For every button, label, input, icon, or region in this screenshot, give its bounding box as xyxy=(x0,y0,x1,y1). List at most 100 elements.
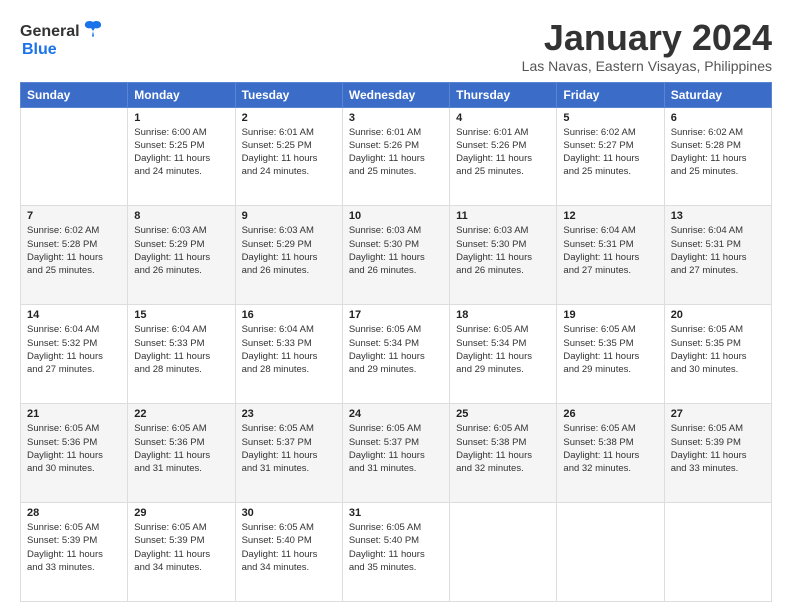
day-info: Sunrise: 6:05 AMSunset: 5:36 PMDaylight:… xyxy=(27,422,121,475)
calendar-cell xyxy=(21,107,128,206)
day-info: Sunrise: 6:02 AMSunset: 5:27 PMDaylight:… xyxy=(563,126,657,179)
day-number: 13 xyxy=(671,210,765,222)
calendar-cell: 13 Sunrise: 6:04 AMSunset: 5:31 PMDayligh… xyxy=(664,206,771,305)
day-info: Sunrise: 6:05 AMSunset: 5:34 PMDaylight:… xyxy=(349,323,443,376)
calendar-cell: 24Sunrise: 6:05 AMSunset: 5:37 PMDayligh… xyxy=(342,404,449,503)
weekday-header-row: SundayMondayTuesdayWednesdayThursdayFrid… xyxy=(21,82,772,107)
calendar-cell: 18Sunrise: 6:05 AMSunset: 5:34 PMDayligh… xyxy=(450,305,557,404)
weekday-header-friday: Friday xyxy=(557,82,664,107)
day-info: Sunrise: 6:04 AMSunset: 5:33 PMDaylight:… xyxy=(134,323,228,376)
calendar-cell: 16 Sunrise: 6:04 AMSunset: 5:33 PMDayligh… xyxy=(235,305,342,404)
day-number: 10 xyxy=(349,210,443,222)
calendar-cell: 14Sunrise: 6:04 AMSunset: 5:32 PMDayligh… xyxy=(21,305,128,404)
day-number: 7 xyxy=(27,210,121,222)
day-number: 16 xyxy=(242,309,336,321)
day-info: Sunrise: 6:05 AMSunset: 5:39 PMDaylight:… xyxy=(134,521,228,574)
calendar-cell: 2Sunrise: 6:01 AMSunset: 5:25 PMDaylight… xyxy=(235,107,342,206)
calendar-cell: 23 Sunrise: 6:05 AMSunset: 5:37 PMDayligh… xyxy=(235,404,342,503)
day-number: 22 xyxy=(134,408,228,420)
day-info: Sunrise: 6:04 AMSunset: 5:31 PMDaylight:… xyxy=(671,224,765,277)
calendar-cell: 29 Sunrise: 6:05 AMSunset: 5:39 PMDayligh… xyxy=(128,503,235,602)
day-number: 23 xyxy=(242,408,336,420)
day-info: Sunrise: 6:05 AMSunset: 5:37 PMDaylight:… xyxy=(242,422,336,475)
day-number: 6 xyxy=(671,112,765,124)
day-number: 12 xyxy=(563,210,657,222)
day-number: 1 xyxy=(134,112,228,124)
day-info: Sunrise: 6:04 AMSunset: 5:32 PMDaylight:… xyxy=(27,323,121,376)
day-number: 27 xyxy=(671,408,765,420)
calendar-cell: 20 Sunrise: 6:05 AMSunset: 5:35 PMDayligh… xyxy=(664,305,771,404)
day-info: Sunrise: 6:02 AMSunset: 5:28 PMDaylight:… xyxy=(27,224,121,277)
day-number: 8 xyxy=(134,210,228,222)
week-row-1: 1 Sunrise: 6:00 AMSunset: 5:25 PMDaylight… xyxy=(21,107,772,206)
day-info: Sunrise: 6:03 AMSunset: 5:30 PMDaylight:… xyxy=(349,224,443,277)
day-info: Sunrise: 6:05 AMSunset: 5:35 PMDaylight:… xyxy=(671,323,765,376)
calendar-cell: 1 Sunrise: 6:00 AMSunset: 5:25 PMDaylight… xyxy=(128,107,235,206)
day-number: 19 xyxy=(563,309,657,321)
calendar-cell: 10 Sunrise: 6:03 AMSunset: 5:30 PMDayligh… xyxy=(342,206,449,305)
day-number: 31 xyxy=(349,507,443,519)
calendar-page: General Blue January 2024 Las Navas, Eas… xyxy=(0,0,792,612)
logo-blue: Blue xyxy=(22,41,57,59)
calendar-cell: 26 Sunrise: 6:05 AMSunset: 5:38 PMDayligh… xyxy=(557,404,664,503)
day-info: Sunrise: 6:03 AMSunset: 5:29 PMDaylight:… xyxy=(134,224,228,277)
day-info: Sunrise: 6:03 AMSunset: 5:30 PMDaylight:… xyxy=(456,224,550,277)
calendar-cell: 5Sunrise: 6:02 AMSunset: 5:27 PMDaylight… xyxy=(557,107,664,206)
day-number: 25 xyxy=(456,408,550,420)
day-info: Sunrise: 6:05 AMSunset: 5:40 PMDaylight:… xyxy=(242,521,336,574)
day-info: Sunrise: 6:04 AMSunset: 5:33 PMDaylight:… xyxy=(242,323,336,376)
day-info: Sunrise: 6:05 AMSunset: 5:36 PMDaylight:… xyxy=(134,422,228,475)
day-info: Sunrise: 6:05 AMSunset: 5:39 PMDaylight:… xyxy=(671,422,765,475)
calendar-cell: 6 Sunrise: 6:02 AMSunset: 5:28 PMDaylight… xyxy=(664,107,771,206)
day-info: Sunrise: 6:05 AMSunset: 5:39 PMDaylight:… xyxy=(27,521,121,574)
logo-bird-icon xyxy=(82,18,104,40)
day-info: Sunrise: 6:01 AMSunset: 5:26 PMDaylight:… xyxy=(349,126,443,179)
calendar-cell: 28Sunrise: 6:05 AMSunset: 5:39 PMDayligh… xyxy=(21,503,128,602)
calendar-cell: 12 Sunrise: 6:04 AMSunset: 5:31 PMDayligh… xyxy=(557,206,664,305)
weekday-header-sunday: Sunday xyxy=(21,82,128,107)
day-number: 24 xyxy=(349,408,443,420)
calendar-cell: 19Sunrise: 6:05 AMSunset: 5:35 PMDayligh… xyxy=(557,305,664,404)
header: General Blue January 2024 Las Navas, Eas… xyxy=(20,18,772,74)
day-info: Sunrise: 6:00 AMSunset: 5:25 PMDaylight:… xyxy=(134,126,228,179)
day-number: 21 xyxy=(27,408,121,420)
day-number: 26 xyxy=(563,408,657,420)
calendar-table: SundayMondayTuesdayWednesdayThursdayFrid… xyxy=(20,82,772,602)
week-row-2: 7 Sunrise: 6:02 AMSunset: 5:28 PMDaylight… xyxy=(21,206,772,305)
calendar-cell: 3 Sunrise: 6:01 AMSunset: 5:26 PMDaylight… xyxy=(342,107,449,206)
day-info: Sunrise: 6:02 AMSunset: 5:28 PMDaylight:… xyxy=(671,126,765,179)
weekday-header-monday: Monday xyxy=(128,82,235,107)
day-info: Sunrise: 6:04 AMSunset: 5:31 PMDaylight:… xyxy=(563,224,657,277)
day-info: Sunrise: 6:03 AMSunset: 5:29 PMDaylight:… xyxy=(242,224,336,277)
calendar-cell: 31 Sunrise: 6:05 AMSunset: 5:40 PMDayligh… xyxy=(342,503,449,602)
calendar-cell xyxy=(557,503,664,602)
day-info: Sunrise: 6:05 AMSunset: 5:38 PMDaylight:… xyxy=(563,422,657,475)
weekday-header-tuesday: Tuesday xyxy=(235,82,342,107)
day-number: 15 xyxy=(134,309,228,321)
calendar-cell: 21 Sunrise: 6:05 AMSunset: 5:36 PMDayligh… xyxy=(21,404,128,503)
weekday-header-wednesday: Wednesday xyxy=(342,82,449,107)
week-row-5: 28Sunrise: 6:05 AMSunset: 5:39 PMDayligh… xyxy=(21,503,772,602)
calendar-cell xyxy=(664,503,771,602)
weekday-header-saturday: Saturday xyxy=(664,82,771,107)
calendar-cell: 15 Sunrise: 6:04 AMSunset: 5:33 PMDayligh… xyxy=(128,305,235,404)
day-number: 20 xyxy=(671,309,765,321)
calendar-cell: 11Sunrise: 6:03 AMSunset: 5:30 PMDayligh… xyxy=(450,206,557,305)
day-number: 4 xyxy=(456,112,550,124)
calendar-cell: 8 Sunrise: 6:03 AMSunset: 5:29 PMDaylight… xyxy=(128,206,235,305)
location: Las Navas, Eastern Visayas, Philippines xyxy=(522,58,772,74)
calendar-cell: 9Sunrise: 6:03 AMSunset: 5:29 PMDaylight… xyxy=(235,206,342,305)
day-info: Sunrise: 6:01 AMSunset: 5:25 PMDaylight:… xyxy=(242,126,336,179)
day-number: 17 xyxy=(349,309,443,321)
calendar-cell: 27 Sunrise: 6:05 AMSunset: 5:39 PMDayligh… xyxy=(664,404,771,503)
day-info: Sunrise: 6:05 AMSunset: 5:38 PMDaylight:… xyxy=(456,422,550,475)
day-number: 3 xyxy=(349,112,443,124)
day-number: 18 xyxy=(456,309,550,321)
logo: General Blue xyxy=(20,18,104,59)
calendar-cell: 4Sunrise: 6:01 AMSunset: 5:26 PMDaylight… xyxy=(450,107,557,206)
calendar-cell: 7 Sunrise: 6:02 AMSunset: 5:28 PMDaylight… xyxy=(21,206,128,305)
day-number: 29 xyxy=(134,507,228,519)
day-info: Sunrise: 6:05 AMSunset: 5:40 PMDaylight:… xyxy=(349,521,443,574)
calendar-cell: 25 Sunrise: 6:05 AMSunset: 5:38 PMDayligh… xyxy=(450,404,557,503)
calendar-cell: 30Sunrise: 6:05 AMSunset: 5:40 PMDayligh… xyxy=(235,503,342,602)
